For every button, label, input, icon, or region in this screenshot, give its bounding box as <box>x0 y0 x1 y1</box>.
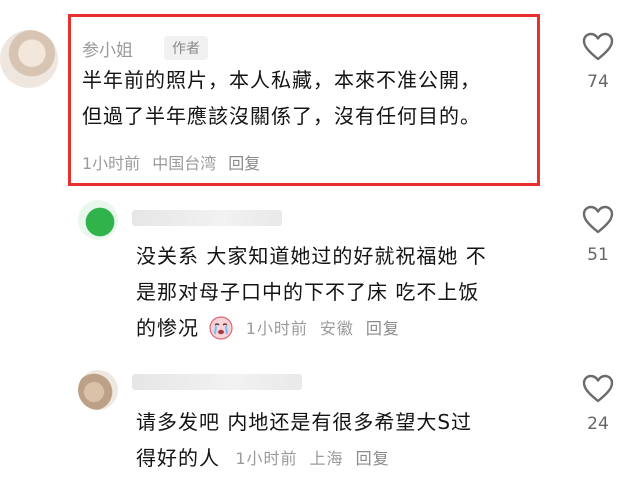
avatar[interactable] <box>78 370 118 410</box>
heart-icon <box>582 374 614 403</box>
reply-button[interactable]: 回复 <box>356 441 390 477</box>
comment-location: 上海 <box>309 449 344 468</box>
comment-time: 1小时前 <box>235 449 298 468</box>
comment-meta: 1小时前 上海 回复 <box>235 441 389 477</box>
comment-text: 请多发吧 内地还是有很多希望大S过 得好的人 1小时前 上海 回复 <box>136 404 472 477</box>
reply-button[interactable]: 回复 <box>366 311 400 347</box>
blurred-username <box>132 210 282 226</box>
blurred-username <box>132 374 302 390</box>
comment-text: 没关系 大家知道她过的好就祝福她 不 是那对母子口中的下不了床 吃不上饭 的惨况… <box>136 238 487 347</box>
comment-text-line: 半年前的照片，本人私藏，本來不准公開， <box>82 68 481 92</box>
comment-time: 1小时前 <box>245 319 308 338</box>
comment-location: 安徽 <box>319 319 354 338</box>
comment-text: 半年前的照片，本人私藏，本來不准公開， 但過了半年應該沒關係了，沒有任何目的。 <box>82 62 481 134</box>
comment-text-line: 但過了半年應該沒關係了，沒有任何目的。 <box>82 104 481 128</box>
crying-face-icon <box>209 316 233 340</box>
comment-meta: 1小时前 中国台湾 回复 <box>82 150 260 174</box>
like-button[interactable]: 24 <box>578 374 618 434</box>
like-button[interactable]: 51 <box>578 205 618 265</box>
like-button[interactable]: 74 <box>578 32 618 92</box>
avatar[interactable] <box>0 30 58 88</box>
comment-text-line: 的惨况 <box>136 316 199 340</box>
like-count: 74 <box>587 72 609 92</box>
heart-icon <box>582 32 614 61</box>
author-badge: 作者 <box>164 36 208 60</box>
comment-text-line: 没关系 大家知道她过的好就祝福她 不 <box>136 244 487 268</box>
avatar[interactable] <box>78 200 118 240</box>
comment-text-line: 请多发吧 内地还是有很多希望大S过 <box>136 410 473 434</box>
like-count: 51 <box>587 245 609 265</box>
comment-location: 中国台湾 <box>152 154 217 173</box>
comment-time: 1小时前 <box>82 154 141 173</box>
like-count: 24 <box>587 414 609 434</box>
reply-button[interactable]: 回复 <box>228 150 260 174</box>
heart-icon <box>582 205 614 234</box>
comment-meta: 1小时前 安徽 回复 <box>246 311 400 347</box>
comment-username[interactable]: 参小姐 <box>82 36 133 61</box>
comment-text-line: 是那对母子口中的下不了床 吃不上饭 <box>136 280 480 304</box>
comment-text-line: 得好的人 <box>136 446 220 470</box>
